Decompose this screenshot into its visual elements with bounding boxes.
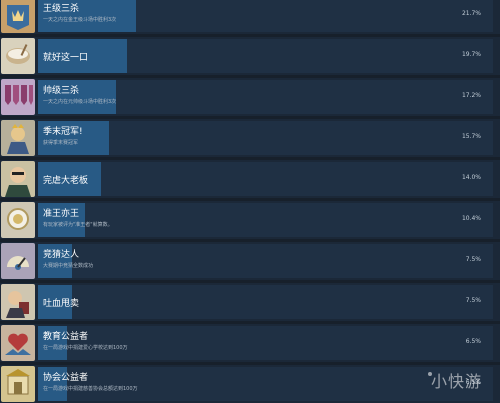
achievement-title: 季末冠军!: [43, 127, 83, 137]
watermark-text: 小快游: [431, 372, 483, 391]
achievement-title: 竞猜达人: [43, 250, 80, 260]
unlock-percent: 21.7%: [461, 10, 481, 17]
achievement-panel: 准王亦王有玩家被评为"准王者"就算数。 10.4%: [38, 203, 493, 237]
unlock-percent: 15.7%: [461, 133, 481, 140]
achievement-title: 帅级三杀: [43, 86, 80, 96]
crown-scroll-icon: [1, 0, 35, 33]
unlock-percent: 14.0%: [461, 174, 481, 181]
achievement-row[interactable]: 准王亦王有玩家被评为"准王者"就算数。 10.4%: [0, 201, 500, 239]
sale-icon: [1, 284, 35, 320]
unlock-percent: 6.5%: [465, 338, 481, 345]
achievement-panel: 王级三杀一天之内在金王级斗场中胜利3次 21.7%: [38, 0, 493, 32]
banner-icon: [1, 79, 35, 115]
achievement-title: 教育公益者: [43, 332, 89, 342]
bowl-icon: [1, 38, 35, 74]
achievement-panel: 就好这一口 19.7%: [38, 39, 493, 73]
achievement-row[interactable]: 季末冠军! 获得季末赛冠军 15.7%: [0, 119, 500, 157]
unlock-percent: 7.5%: [465, 256, 481, 263]
achievement-description: 在一局游戏中捐建爱心学校达到100万: [43, 345, 128, 351]
unlock-percent: 19.7%: [461, 51, 481, 58]
achievement-row[interactable]: 吐血甩卖 7.5%: [0, 283, 500, 321]
achievement-row[interactable]: 完虐大老板 14.0%: [0, 160, 500, 198]
guess-icon: [1, 243, 35, 279]
achievement-row[interactable]: 就好这一口 19.7%: [0, 37, 500, 75]
achievement-row[interactable]: 王级三杀一天之内在金王级斗场中胜利3次 21.7%: [0, 0, 500, 34]
achievement-description: 有玩家被评为"准王者"就算数。: [43, 222, 113, 228]
unlock-percent: 7.5%: [465, 297, 481, 304]
achievement-panel: 完虐大老板 14.0%: [38, 162, 493, 196]
achievement-row[interactable]: 教育公益者在一局游戏中捐建爱心学校达到100万 6.5%: [0, 324, 500, 362]
champion-icon: [1, 120, 35, 156]
achievement-description: 在一局游戏中捐建慈善协会总额达到100万: [43, 386, 138, 392]
achievement-description: 一天之内在元帅级斗场中胜利3次: [43, 99, 117, 105]
achievement-panel: 吐血甩卖 7.5%: [38, 285, 493, 319]
achievement-panel: 帅级三杀一天之内在元帅级斗场中胜利3次 17.2%: [38, 80, 493, 114]
achievement-title: 就好这一口: [43, 53, 89, 63]
achievement-panel: 竞猜达人大赛期中竞猜全数成功 7.5%: [38, 244, 493, 278]
medal-icon: [1, 202, 35, 238]
achievement-title: 协会公益者: [43, 373, 89, 383]
achievement-title: 王级三杀: [43, 4, 80, 14]
achievement-title: 完虐大老板: [43, 176, 89, 186]
achievement-title: 准王亦王: [43, 209, 80, 219]
heart-hands-icon: [1, 325, 35, 361]
achievement-row[interactable]: 协会公益者 在一局游戏中捐建慈善协会总额达到100万 6.5%: [0, 365, 500, 403]
achievement-panel: 教育公益者在一局游戏中捐建爱心学校达到100万 6.5%: [38, 326, 493, 360]
achievement-row[interactable]: 竞猜达人大赛期中竞猜全数成功 7.5%: [0, 242, 500, 280]
achievement-title: 吐血甩卖: [43, 299, 80, 309]
achievement-description: 一天之内在金王级斗场中胜利3次: [43, 17, 117, 23]
achievement-panel: 协会公益者 在一局游戏中捐建慈善协会总额达到100万 6.5%: [38, 367, 493, 401]
unlock-percent: 10.4%: [461, 215, 481, 222]
unlock-percent: 17.2%: [461, 92, 481, 99]
achievement-description: 获得季末赛冠军: [43, 140, 79, 146]
achievement-description: 大赛期中竞猜全数成功: [43, 263, 94, 269]
boss-icon: [1, 161, 35, 197]
achievement-row[interactable]: 帅级三杀一天之内在元帅级斗场中胜利3次 17.2%: [0, 78, 500, 116]
association-icon: [1, 366, 35, 402]
achievement-panel: 季末冠军! 获得季末赛冠军 15.7%: [38, 121, 493, 155]
